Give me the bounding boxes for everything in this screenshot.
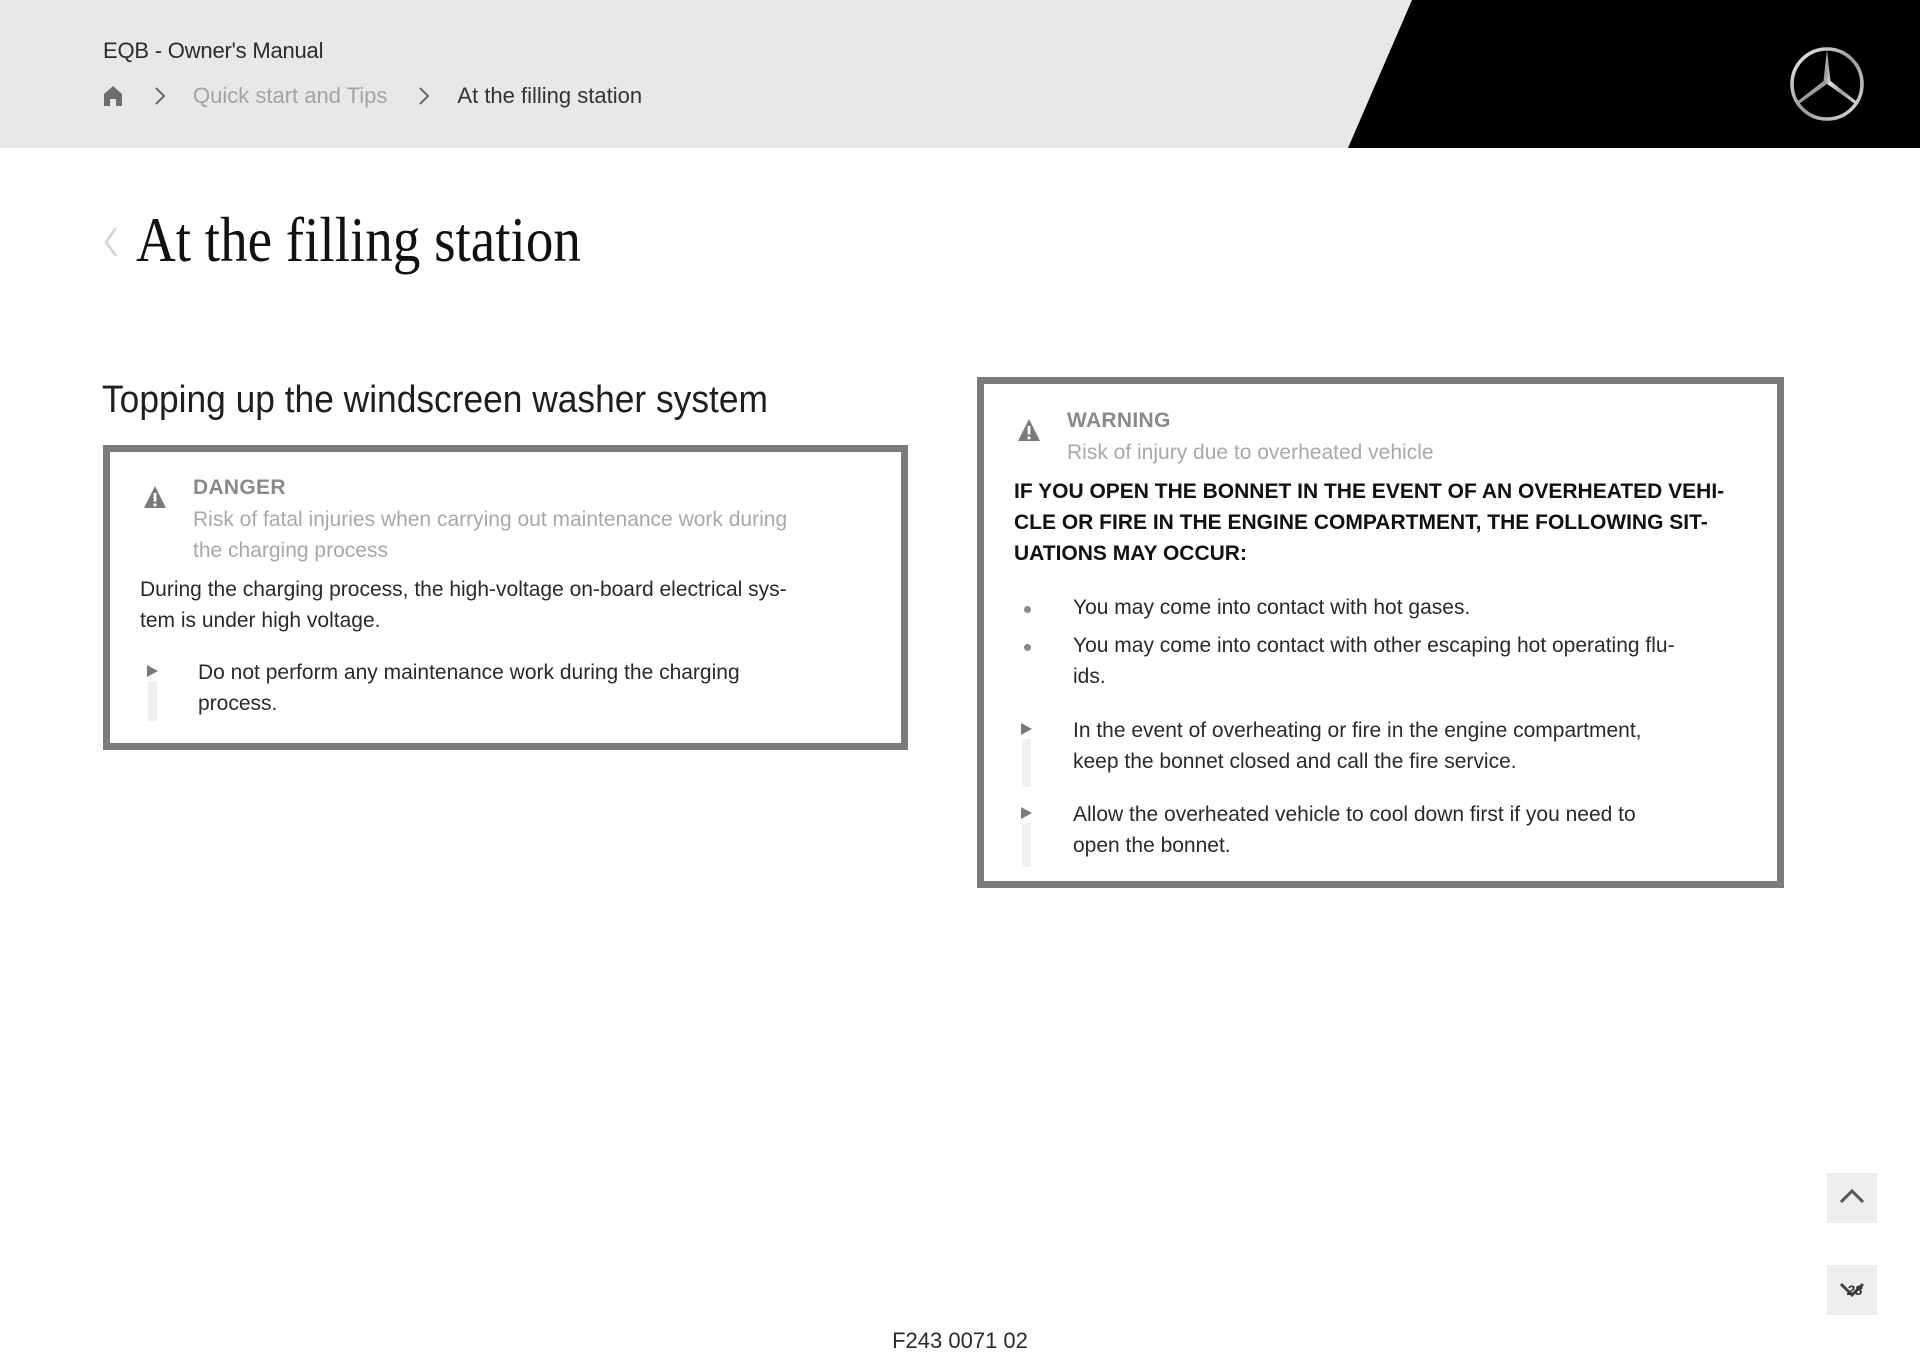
- chevron-right-icon: [417, 86, 431, 106]
- chevron-right-icon: [153, 86, 167, 106]
- step-bar: [1022, 823, 1031, 867]
- bullet-dot-icon: [1024, 644, 1031, 651]
- manual-title: EQB - Owner's Manual: [103, 38, 324, 63]
- warning-notice: WARNING Risk of injury due to overheated…: [977, 377, 1784, 888]
- warning-caps-line: IF YOU OPEN THE BONNET IN THE EVENT OF A…: [1014, 480, 1725, 503]
- home-icon[interactable]: [103, 85, 123, 107]
- warning-subtitle: Risk of injury due to overheated vehicle: [1067, 441, 1434, 464]
- breadcrumb-link-quick-start[interactable]: Quick start and Tips: [193, 83, 387, 109]
- step-arrow-icon: [1021, 807, 1032, 819]
- danger-body-line: During the charging process, the high-vo…: [140, 578, 787, 601]
- chevron-up-icon: [1838, 1188, 1866, 1209]
- scroll-down-overlay-text: 28: [1847, 1282, 1863, 1298]
- warning-step-line: Allow the overheated vehicle to cool dow…: [1073, 803, 1636, 826]
- step-arrow-icon: [147, 665, 158, 677]
- warning-triangle-icon: [1017, 418, 1041, 442]
- step-bar: [1022, 739, 1031, 787]
- step-arrow-icon: [1021, 723, 1032, 735]
- warning-bullet-line: ids.: [1073, 665, 1106, 688]
- danger-body-line: tem is under high voltage.: [140, 609, 381, 632]
- danger-label: DANGER: [193, 476, 286, 499]
- breadcrumb: Quick start and Tips At the filling stat…: [103, 82, 642, 110]
- warning-step-line: keep the bonnet closed and call the fire…: [1073, 750, 1517, 773]
- mercedes-star-logo[interactable]: [1788, 45, 1866, 123]
- danger-subtitle-line: Risk of fatal injuries when carrying out…: [193, 508, 788, 531]
- warning-caps-line: UATIONS MAY OCCUR:: [1014, 542, 1247, 565]
- danger-step-line: process.: [198, 692, 278, 715]
- danger-step-line: Do not perform any maintenance work duri…: [198, 661, 740, 684]
- section-title: Topping up the windscreen washer system: [102, 379, 768, 421]
- warning-caps-line: CLE OR FIRE IN THE ENGINE COMPARTMENT, T…: [1014, 511, 1708, 534]
- breadcrumb-current: At the filling station: [457, 83, 643, 108]
- page-title: At the filling station: [136, 204, 581, 275]
- warning-bullet-line: You may come into contact with hot gases…: [1073, 596, 1471, 619]
- chevron-left-icon[interactable]: [102, 224, 120, 260]
- bullet-dot-icon: [1024, 606, 1031, 613]
- warning-step-line: open the bonnet.: [1073, 834, 1231, 857]
- danger-subtitle-line: the charging process: [193, 539, 388, 562]
- warning-bullet-line: You may come into contact with other esc…: [1073, 634, 1675, 657]
- step-bar: [148, 681, 157, 721]
- danger-notice: DANGER Risk of fatal injuries when carry…: [103, 445, 908, 750]
- warning-label: WARNING: [1067, 409, 1171, 432]
- warning-step-line: In the event of overheating or fire in t…: [1073, 719, 1642, 742]
- scroll-down-button[interactable]: 28: [1827, 1265, 1877, 1315]
- warning-triangle-icon: [143, 485, 167, 509]
- scroll-up-button[interactable]: [1827, 1173, 1877, 1223]
- footer-page-code: F243 0071 02: [892, 1328, 1028, 1353]
